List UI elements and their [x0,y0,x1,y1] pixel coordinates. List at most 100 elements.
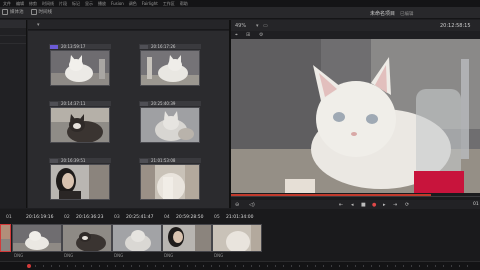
scrub-track [231,196,480,197]
media-clip[interactable]: 20:14:37:11 [48,90,112,144]
clip-thumbnail [50,50,110,86]
project-status: 已编辑 [400,11,414,17]
media-clip[interactable]: 21:01:53:08 [138,147,202,201]
timeline-clip-index: 05 [214,215,220,220]
timeline-clip[interactable] [112,224,162,252]
clip-index-badge [140,158,148,163]
media-pool-options-icon[interactable]: ▾ [37,22,40,28]
transform-icon[interactable]: ⌖ [235,32,238,38]
timeline-label: 时间线 [38,10,53,15]
clip-index-badge [50,158,58,163]
viewer-zoom-level[interactable]: 49% [235,23,246,29]
clip-audio-icon[interactable]: ⊖ [235,202,239,208]
menu-item-help[interactable]: 帮助 [180,0,188,7]
timeline-clip-index: 04 [164,215,170,220]
clip-index-badge [140,44,148,49]
clip-index-badge [140,101,148,106]
bin-item[interactable] [0,20,26,28]
bin-item[interactable] [0,36,26,44]
split-view-icon[interactable]: ▭ [263,23,268,29]
clip-timecode: 20:25:40:39 [151,101,176,106]
clip-timecode-bar: 20:16:17:26 [139,44,201,49]
clip-timecode: 20:13:59:17 [61,44,86,49]
timeline-ruler[interactable] [0,261,480,270]
clip-thumbnail [140,50,200,86]
menu-item-clip[interactable]: 片段 [59,0,67,7]
timeline-clip-timecode: 20:16:19:16 [26,215,54,220]
timeline-clip-timecode: 20:16:36:23 [76,215,104,220]
timeline-current-timecode: 01 [473,202,479,207]
menu-item-mark[interactable]: 标记 [72,0,80,7]
menu-item-view[interactable]: 显示 [85,0,93,7]
bin-item[interactable] [0,28,26,36]
timeline-clip-index: 01 [6,215,12,220]
volume-icon[interactable]: ◁) [249,202,255,208]
timeline-clip-index: 02 [64,215,70,220]
timeline-clip-format: DNG [14,253,24,258]
clip-timecode-bar: 21:01:53:08 [139,158,201,163]
top-toolbar: 媒体池 时间线 未命名项目 已编辑 [0,7,480,19]
clip-timecode-bar: 20:25:40:39 [139,101,201,106]
menu-item-trim[interactable]: 修剪 [29,0,37,7]
viewer-image [231,39,480,193]
clip-index-badge [50,44,58,49]
timeline-clip-timecode: 20:59:28:50 [176,215,204,220]
timeline-clip-format: DNG [114,253,124,258]
menu-bar: 文件 编辑 修剪 时间线 片段 标记 显示 播放 Fusion 调色 Fairl… [0,0,480,7]
menu-item-color[interactable]: 调色 [129,0,137,7]
media-clip[interactable]: 20:16:39:51 [48,147,112,201]
menu-item-workspace[interactable]: 工作区 [163,0,175,7]
clip-thumbnail [140,164,200,200]
viewer-overlay-tools: ⌖ ⊞ ⚙ [231,31,480,39]
media-pool-label: 媒体池 [10,10,24,15]
playhead-marker[interactable] [27,264,31,268]
stop-icon[interactable]: ■ [361,202,366,208]
timeline-clip-timecode: 21:01:34:00 [226,215,254,220]
clip-index-badge [50,101,58,106]
record-icon[interactable]: ● [372,202,376,208]
media-clip[interactable]: 20:16:17:26 [138,33,202,87]
clip-thumbnail [140,107,200,143]
menu-item-timeline[interactable]: 时间线 [42,0,54,7]
timeline-clip[interactable] [212,224,262,252]
settings-icon[interactable]: ⚙ [259,32,263,38]
timeline-button[interactable]: 时间线 [30,9,53,15]
clip-thumbnail [50,164,110,200]
timeline-clip[interactable] [0,224,11,252]
clip-thumbnail [50,107,110,143]
loop-icon[interactable]: ⟳ [405,202,409,208]
timeline-clip-format: DNG [214,253,224,258]
menu-item-fairlight[interactable]: Fairlight [142,0,158,7]
menu-item-edit[interactable]: 编辑 [16,0,24,7]
crop-icon[interactable]: ⊞ [246,32,250,38]
menu-item-file[interactable]: 文件 [3,0,11,7]
media-pool-toolbar: ▾ [28,20,229,30]
timeline-clip-format: DNG [164,253,174,258]
clip-timecode: 21:01:53:08 [151,158,176,163]
media-clip[interactable]: 20:25:40:39 [138,90,202,144]
timeline-ticks [35,265,475,267]
go-to-end-icon[interactable]: ⇥ [393,202,397,208]
clip-timecode: 20:16:17:26 [151,44,176,49]
media-pool-grid: 20:13:59:17 20:16:17:26 20:14:37:11 20:2… [28,31,229,208]
menu-item-fusion[interactable]: Fusion [111,0,124,7]
timeline-clip-timecode: 20:25:41:47 [126,215,154,220]
timeline-clip[interactable] [12,224,62,252]
timeline-clip[interactable] [162,224,212,252]
clip-timecode-bar: 20:13:59:17 [49,44,111,49]
menu-item-playback[interactable]: 播放 [98,0,106,7]
media-pool-button[interactable]: 媒体池 [2,9,24,15]
viewer-scrub-bar[interactable] [231,193,480,200]
go-to-start-icon[interactable]: ⇤ [339,202,343,208]
timeline-clip[interactable] [62,224,112,252]
play-icon[interactable]: ▸ [383,202,386,208]
media-clip[interactable]: 20:13:59:17 [48,33,112,87]
clip-timecode: 20:14:37:11 [61,101,86,106]
clip-timecode-bar: 20:14:37:11 [49,101,111,106]
viewer-timecode: 20:12:58:15 [440,23,471,29]
play-reverse-icon[interactable]: ◂ [351,202,354,208]
timeline-clip-format: DNG [64,253,74,258]
chevron-down-icon[interactable]: ▾ [256,23,259,29]
timeline-icon [30,9,37,15]
clip-timecode: 20:16:39:51 [61,158,86,163]
